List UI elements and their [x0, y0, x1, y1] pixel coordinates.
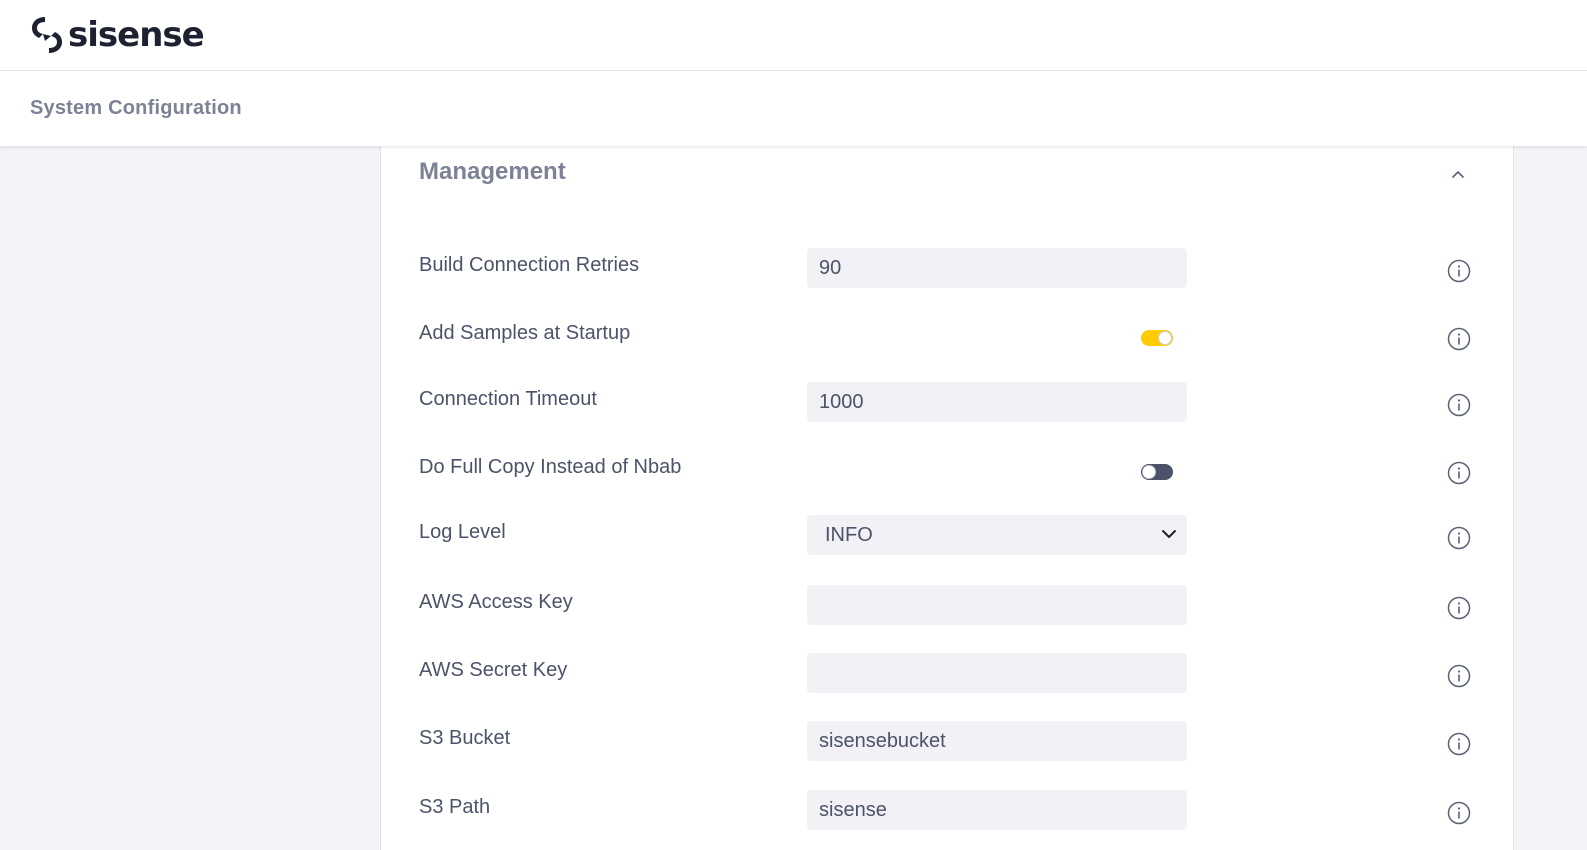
setting-label: Build Connection Retries: [419, 254, 640, 276]
setting-row-do-full-copy: Do Full Copy Instead of Nbab: [381, 450, 1515, 490]
toggle-knob: [1158, 331, 1172, 345]
setting-row-s3-path: S3 Path: [381, 790, 1515, 830]
setting-label: Add Samples at Startup: [419, 322, 631, 344]
setting-row-log-level: Log Level INFO: [381, 515, 1515, 555]
info-icon[interactable]: [1447, 526, 1471, 550]
info-icon[interactable]: [1447, 259, 1471, 283]
setting-label: Connection Timeout: [419, 388, 597, 410]
setting-row-aws-secret-key: AWS Secret Key: [381, 653, 1515, 693]
info-icon[interactable]: [1447, 327, 1471, 351]
setting-row-s3-bucket: S3 Bucket: [381, 721, 1515, 761]
setting-label: AWS Secret Key: [419, 659, 568, 681]
sisense-logo-mark-icon: [32, 17, 62, 53]
management-card: Management Build Connection Retries Add …: [380, 146, 1514, 850]
s3-path-input[interactable]: [807, 790, 1187, 830]
collapse-section-button[interactable]: [1447, 164, 1469, 186]
info-icon[interactable]: [1447, 664, 1471, 688]
aws-access-key-input[interactable]: [807, 585, 1187, 625]
top-bar: sisense: [0, 0, 1587, 71]
section-title: Management: [419, 158, 566, 185]
info-icon[interactable]: [1447, 461, 1471, 485]
setting-label: AWS Access Key: [419, 591, 573, 613]
page-title: System Configuration: [30, 97, 242, 119]
toggle-knob: [1142, 465, 1156, 479]
setting-label: Log Level: [419, 521, 506, 543]
chevron-down-icon: [1162, 530, 1176, 538]
log-level-value: INFO: [825, 524, 873, 546]
page-header: System Configuration: [0, 71, 1587, 146]
setting-label: S3 Bucket: [419, 727, 511, 749]
sisense-logo[interactable]: sisense: [29, 14, 205, 56]
chevron-up-icon: [1452, 171, 1464, 178]
info-icon[interactable]: [1447, 801, 1471, 825]
add-samples-toggle[interactable]: [1141, 330, 1173, 346]
setting-row-build-connection-retries: Build Connection Retries: [381, 248, 1515, 288]
log-level-select[interactable]: INFO: [807, 515, 1187, 555]
info-icon[interactable]: [1447, 393, 1471, 417]
setting-label: Do Full Copy Instead of Nbab: [419, 456, 682, 478]
setting-row-connection-timeout: Connection Timeout: [381, 382, 1515, 422]
setting-label: S3 Path: [419, 796, 491, 818]
aws-secret-key-input[interactable]: [807, 653, 1187, 693]
info-icon[interactable]: [1447, 596, 1471, 620]
connection-timeout-input[interactable]: [807, 382, 1187, 422]
s3-bucket-input[interactable]: [807, 721, 1187, 761]
build-connection-retries-input[interactable]: [807, 248, 1187, 288]
setting-row-aws-access-key: AWS Access Key: [381, 585, 1515, 625]
do-full-copy-toggle[interactable]: [1141, 464, 1173, 480]
setting-row-add-samples-at-startup: Add Samples at Startup: [381, 316, 1515, 356]
info-icon[interactable]: [1447, 732, 1471, 756]
brand-name: sisense: [68, 15, 205, 55]
